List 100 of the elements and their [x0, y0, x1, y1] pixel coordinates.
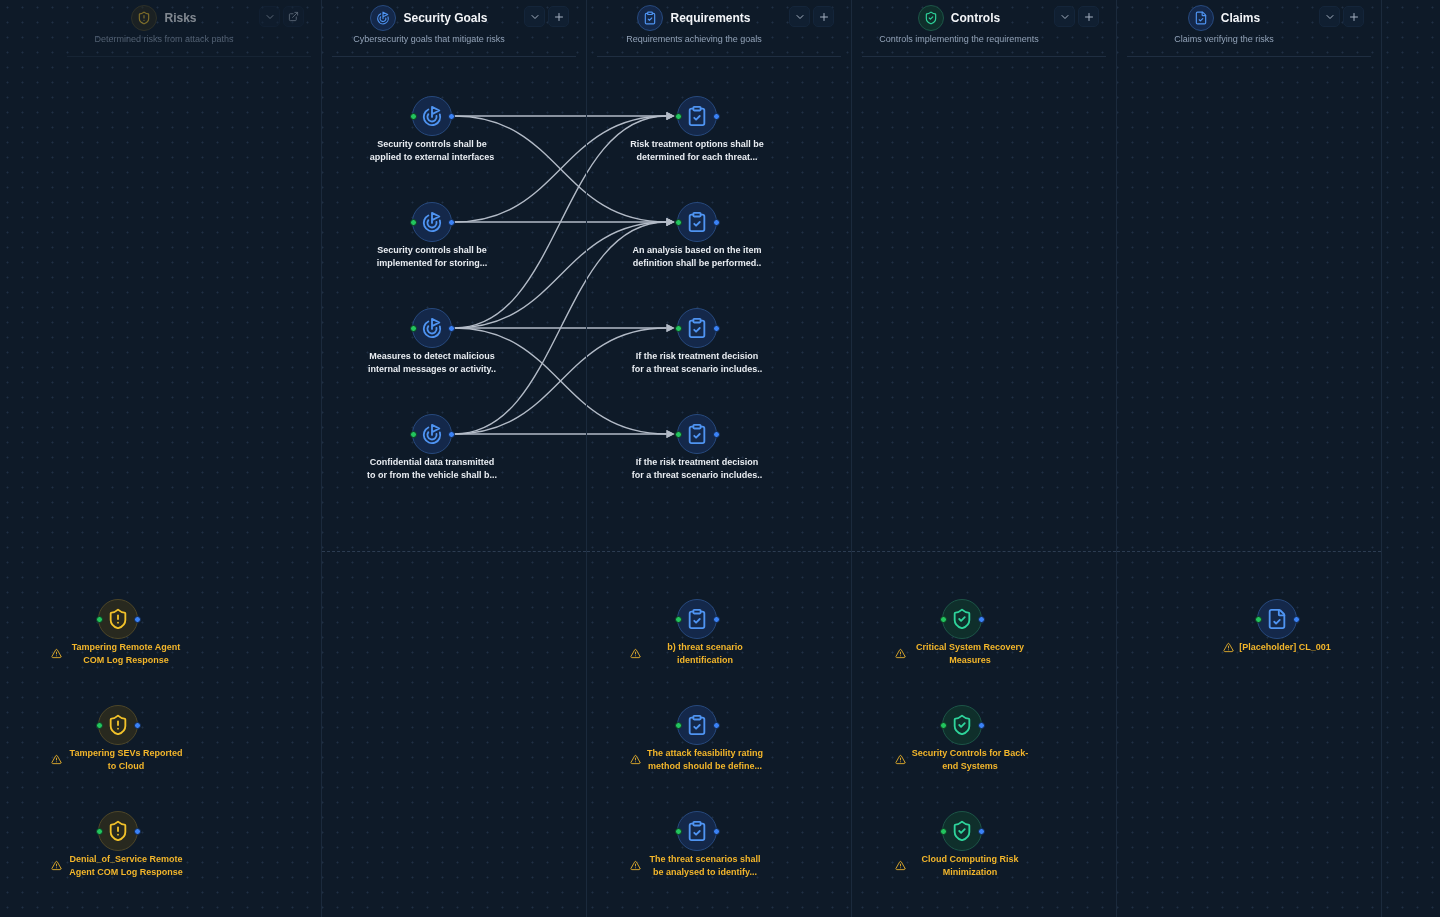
- connection-handle[interactable]: [409, 112, 417, 120]
- connection-handle[interactable]: [95, 721, 103, 729]
- connection-handle[interactable]: [977, 615, 985, 623]
- collapse-button[interactable]: [1319, 6, 1340, 27]
- warning-icon: [894, 754, 906, 765]
- shield-exclamation-icon: [98, 811, 138, 851]
- shield-check-icon: [942, 705, 982, 745]
- connection-handle[interactable]: [1292, 615, 1300, 623]
- connection-handle[interactable]: [409, 324, 417, 332]
- connection-handle[interactable]: [674, 430, 682, 438]
- file-check-icon: [1187, 5, 1214, 31]
- connection-handle[interactable]: [939, 827, 947, 835]
- warning-icon: [1223, 641, 1235, 653]
- collapse-button[interactable]: [524, 6, 545, 27]
- node-label: The threat scenarios shall be analysed to identify...: [648, 853, 762, 878]
- node-label: [Placeholder] CL_001: [1239, 641, 1331, 654]
- column-title: Requirements: [670, 10, 751, 26]
- connection-handle[interactable]: [447, 218, 455, 226]
- connection-handle[interactable]: [95, 615, 103, 623]
- add-button[interactable]: [1343, 6, 1364, 27]
- shield-check-icon: [917, 5, 944, 31]
- connection-handle[interactable]: [447, 430, 455, 438]
- add-button[interactable]: [1078, 6, 1099, 27]
- connection-handle[interactable]: [409, 430, 417, 438]
- clipboard-check-icon: [677, 308, 717, 348]
- connection-handle[interactable]: [712, 615, 720, 623]
- clipboard-check-icon: [677, 202, 717, 242]
- node-label: Security controls shall be applied to external interfaces: [368, 138, 496, 163]
- connection-handle[interactable]: [674, 324, 682, 332]
- connection-handle[interactable]: [674, 112, 682, 120]
- node-label: Tampering Remote Agent COM Log Response: [70, 641, 182, 666]
- warning-icon: [50, 754, 62, 765]
- column-subtitle: Controls implementing the requirements: [879, 34, 1039, 45]
- column-subtitle: Determined risks from attack paths: [94, 34, 234, 45]
- connection-handle[interactable]: [712, 112, 720, 120]
- connection-handle[interactable]: [712, 324, 720, 332]
- connection-handle[interactable]: [712, 218, 720, 226]
- connection-handle[interactable]: [977, 827, 985, 835]
- connection-handle[interactable]: [712, 827, 720, 835]
- connection-handle[interactable]: [95, 827, 103, 835]
- clipboard-check-icon: [637, 5, 664, 31]
- connection-handle[interactable]: [674, 827, 682, 835]
- warning-icon: [629, 648, 641, 659]
- clipboard-check-icon: [677, 599, 717, 639]
- add-button[interactable]: [548, 6, 569, 27]
- warning-icon: [894, 648, 906, 659]
- shield-check-icon: [942, 811, 982, 851]
- warning-icon: [50, 648, 62, 659]
- column-subtitle: Cybersecurity goals that mitigate risks: [353, 34, 505, 45]
- connection-handle[interactable]: [939, 721, 947, 729]
- connection-handle[interactable]: [133, 721, 141, 729]
- node-label: An analysis based on the item definition shall be performed..: [631, 244, 763, 269]
- shield-check-icon: [942, 599, 982, 639]
- node-label: If the risk treatment decision for a threat scenario includes..: [630, 350, 764, 375]
- clipboard-check-icon: [677, 705, 717, 745]
- connection-handle[interactable]: [712, 430, 720, 438]
- column-title: Risks: [164, 10, 197, 26]
- clipboard-check-icon: [677, 811, 717, 851]
- node-label: Denial_of_Service Remote Agent COM Log Response: [68, 853, 184, 878]
- connection-handle[interactable]: [712, 721, 720, 729]
- node-label: Measures to detect malicious internal messages or activity..: [367, 350, 497, 375]
- node-label: Critical System Recovery Measures: [914, 641, 1026, 666]
- connection-handle[interactable]: [133, 827, 141, 835]
- connection-handle[interactable]: [674, 218, 682, 226]
- connection-handle[interactable]: [939, 615, 947, 623]
- column-subtitle: Claims verifying the risks: [1174, 34, 1274, 45]
- target-flag-icon: [412, 96, 452, 136]
- plus-icon: [817, 10, 830, 23]
- connection-handle[interactable]: [447, 112, 455, 120]
- shield-exclamation-icon: [98, 599, 138, 639]
- plus-icon: [1347, 10, 1360, 23]
- connection-handle[interactable]: [977, 721, 985, 729]
- collapse-button[interactable]: [789, 6, 810, 27]
- node-label: b) threat scenario identification: [666, 641, 744, 666]
- node-label: Risk treatment options shall be determined for each threat...: [629, 138, 765, 163]
- connection-handle[interactable]: [674, 615, 682, 623]
- clipboard-check-icon: [677, 414, 717, 454]
- shield-exclamation-icon: [98, 705, 138, 745]
- connection-handle[interactable]: [447, 324, 455, 332]
- file-check-icon: [1257, 599, 1297, 639]
- add-button[interactable]: [813, 6, 834, 27]
- target-flag-icon: [412, 414, 452, 454]
- connection-handle[interactable]: [1254, 615, 1262, 623]
- connection-handle[interactable]: [409, 218, 417, 226]
- node-label: Security controls shall be implemented for storing...: [375, 244, 489, 269]
- node-label: Confidential data transmitted to or from the vehicle shall b...: [366, 456, 498, 481]
- node-label: Security Controls for Back-end Systems: [910, 747, 1030, 772]
- plus-icon: [552, 10, 565, 23]
- connection-handle[interactable]: [674, 721, 682, 729]
- node-label: Tampering SEVs Reported to Cloud: [68, 747, 184, 772]
- target-flag-icon: [370, 5, 397, 31]
- column-subtitle: Requirements achieving the goals: [626, 34, 762, 45]
- target-flag-icon: [412, 202, 452, 242]
- column-title: Controls: [950, 10, 1001, 26]
- connection-handle[interactable]: [133, 615, 141, 623]
- collapse-button[interactable]: [1054, 6, 1075, 27]
- external-link-icon: [288, 11, 299, 22]
- warning-icon: [894, 860, 906, 871]
- node-label: The attack feasibility rating method should be define...: [645, 747, 764, 772]
- clipboard-check-icon: [677, 96, 717, 136]
